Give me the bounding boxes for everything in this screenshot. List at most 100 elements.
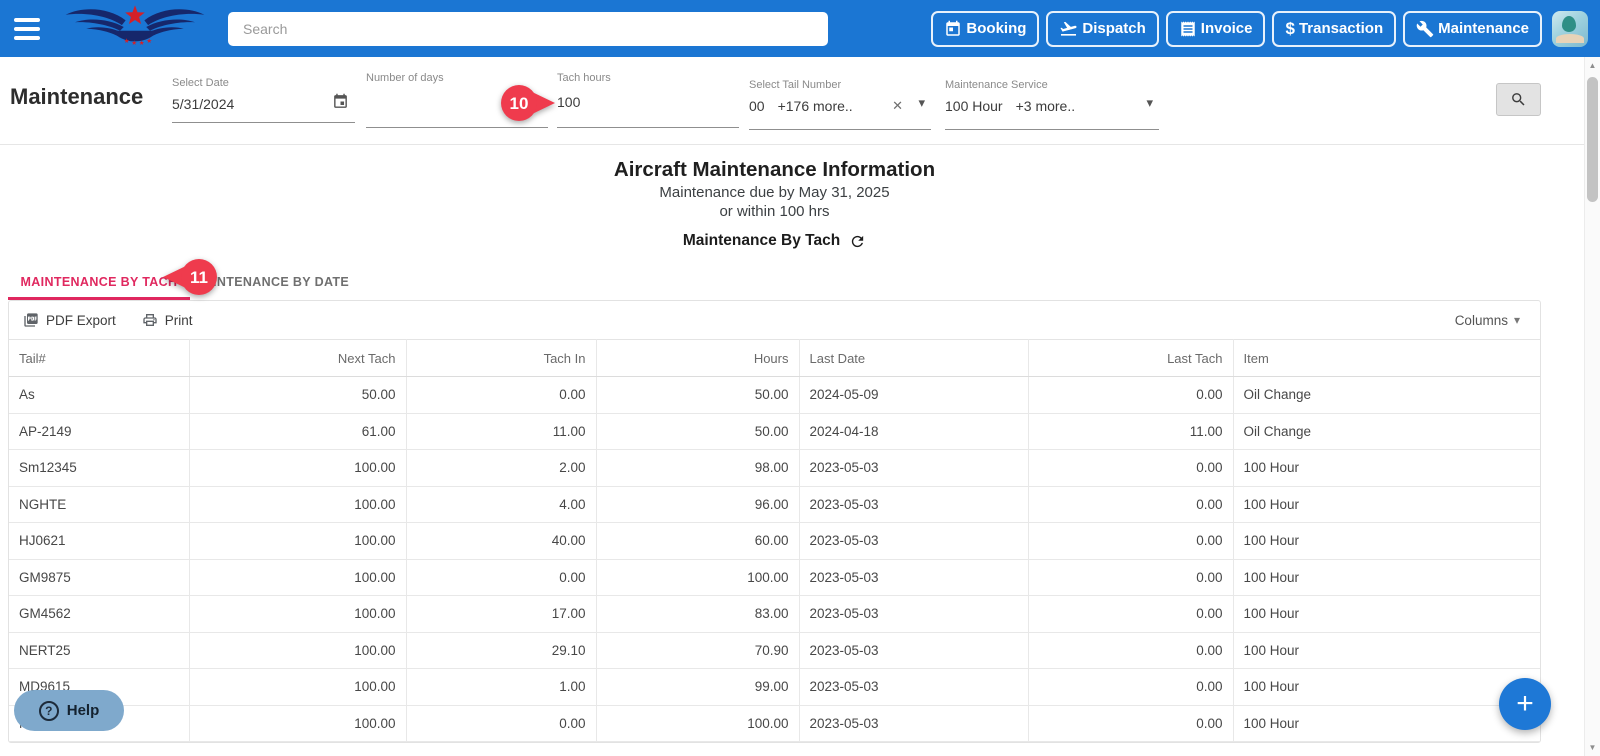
table-cell: AP-2149 xyxy=(9,413,190,450)
table-cell: GM4562 xyxy=(9,595,190,633)
table-row[interactable]: GM4562 100.00 17.00 83.00 2023-05-03 0.00 100 … xyxy=(9,595,1540,633)
select-date-field[interactable]: Select Date 5/31/2024 xyxy=(172,57,355,145)
chevron-down-icon[interactable]: ▾ xyxy=(918,95,925,111)
table-cell: NGHTE xyxy=(9,486,190,523)
table-cell: 2023-05-03 xyxy=(799,632,1029,669)
table-cell: 0.00 xyxy=(406,705,597,742)
help-label: Help xyxy=(66,702,100,719)
number-of-days-label: Number of days xyxy=(366,72,444,84)
invoice-button[interactable]: Invoice xyxy=(1165,10,1266,47)
table-cell: 98.00 xyxy=(596,449,800,487)
table-row[interactable]: Sm12345 100.00 2.00 98.00 2023-05-03 0.00 100 … xyxy=(9,449,1540,487)
maintenance-service-select[interactable]: Maintenance Service 100 Hour +3 more.. ▾ xyxy=(945,57,1159,145)
column-header[interactable]: Last Tach xyxy=(1028,339,1234,377)
column-header[interactable]: Item xyxy=(1233,339,1540,377)
field-underline xyxy=(945,129,1159,130)
add-button[interactable]: + xyxy=(1499,678,1551,730)
pdf-export-button[interactable]: PDF Export xyxy=(23,312,116,328)
select-date-value[interactable]: 5/31/2024 xyxy=(172,96,234,112)
table-cell: 0.00 xyxy=(1028,449,1234,487)
table-cell: 2024-04-18 xyxy=(799,413,1029,450)
table-cell: 60.00 xyxy=(596,522,800,560)
table-cell: 2023-05-03 xyxy=(799,486,1029,523)
column-header[interactable]: Last Date xyxy=(799,339,1029,377)
table-row[interactable]: GM9875 100.00 0.00 100.00 2023-05-03 0.00 100 … xyxy=(9,559,1540,596)
tail-number-select[interactable]: Select Tail Number 00 +176 more.. ✕ ▾ xyxy=(749,57,931,145)
table-cell: 100.00 xyxy=(189,522,407,560)
tach-hours-label: Tach hours xyxy=(557,72,611,84)
table-toolbar: PDF Export Print Columns ▾ xyxy=(9,301,1540,339)
maintenance-button[interactable]: Maintenance xyxy=(1403,10,1542,47)
tail-number-label: Select Tail Number xyxy=(749,79,842,91)
menu-icon[interactable] xyxy=(14,17,44,40)
table-cell: 100.00 xyxy=(189,632,407,669)
calendar-icon xyxy=(946,20,961,36)
filter-search-button[interactable] xyxy=(1496,83,1541,116)
dollar-icon: $ xyxy=(1285,18,1295,38)
table-cell: 2.00 xyxy=(406,449,597,487)
tach-hours-value[interactable]: 100 xyxy=(557,94,580,110)
table-cell: 100 Hour xyxy=(1233,449,1540,487)
vertical-scrollbar[interactable]: ▲ ▼ xyxy=(1584,57,1600,756)
receipt-icon xyxy=(1181,21,1195,36)
table-cell: 2023-05-03 xyxy=(799,668,1029,706)
field-underline xyxy=(172,122,355,123)
table-cell: 2023-05-03 xyxy=(799,559,1029,596)
print-button[interactable]: Print xyxy=(142,312,193,328)
chevron-down-icon[interactable]: ▾ xyxy=(1146,95,1153,111)
tail-number-value: 00 xyxy=(749,98,765,114)
table-cell: 100 Hour xyxy=(1233,522,1540,560)
table-row[interactable]: HJ0621 100.00 40.00 60.00 2023-05-03 0.00 100 … xyxy=(9,522,1540,560)
table-cell: 100.00 xyxy=(189,595,407,633)
table-cell: 29.10 xyxy=(406,632,597,669)
table-cell: 100 Hour xyxy=(1233,595,1540,633)
user-avatar[interactable] xyxy=(1552,10,1588,47)
help-button[interactable]: ? Help xyxy=(14,690,124,731)
column-header[interactable]: Next Tach xyxy=(189,339,407,377)
search-input[interactable] xyxy=(228,11,828,46)
table-cell: 100.00 xyxy=(189,705,407,742)
table-cell: 2023-05-03 xyxy=(799,522,1029,560)
clear-icon[interactable]: ✕ xyxy=(892,98,903,114)
column-header[interactable]: Hours xyxy=(596,339,800,377)
table-cell: 100.00 xyxy=(189,668,407,706)
company-logo: ★ ★ ★ ★ xyxy=(60,1,210,56)
table-cell: Oil Change xyxy=(1233,376,1540,414)
search-icon xyxy=(1512,93,1525,106)
columns-dropdown[interactable]: Columns ▾ xyxy=(1455,313,1526,328)
tach-hours-field[interactable]: Tach hours 100 xyxy=(557,57,739,145)
table-cell: HJ0621 xyxy=(9,522,190,560)
calendar-picker-icon[interactable] xyxy=(332,93,349,115)
table-row[interactable]: AP-2149 61.00 11.00 50.00 2024-04-18 11.00 Oil… xyxy=(9,413,1540,450)
pdf-export-label: PDF Export xyxy=(46,312,116,328)
transaction-button[interactable]: $ Transaction xyxy=(1272,10,1397,47)
scrollbar-thumb[interactable] xyxy=(1587,77,1598,202)
invoice-label: Invoice xyxy=(1200,20,1253,37)
table-cell: 2023-05-03 xyxy=(799,705,1029,742)
print-label: Print xyxy=(164,312,193,328)
table-row[interactable]: NERT25 100.00 29.10 70.90 2023-05-03 0.00 100 … xyxy=(9,632,1540,669)
table-row[interactable]: As 50.00 0.00 50.00 2024-05-09 0.00 Oil Change xyxy=(9,376,1540,414)
column-header[interactable]: Tail# xyxy=(9,339,190,377)
table-cell: 0.00 xyxy=(1028,522,1234,560)
table-cell: 100.00 xyxy=(189,559,407,596)
table-row[interactable]: M100.000.00100.002023-05-030.00100 Hour xyxy=(9,705,1540,742)
table-cell: 0.00 xyxy=(406,559,597,596)
column-header[interactable]: Tach In xyxy=(406,339,597,377)
table-row[interactable]: NGHTE 100.00 4.00 96.00 2023-05-03 0.00 100 Ho… xyxy=(9,486,1540,523)
pdf-file-icon xyxy=(24,313,38,327)
table-row[interactable]: MD9615 100.00 1.00 99.00 2023-05-03 0.00 100 H… xyxy=(9,668,1540,706)
table-cell: 0.00 xyxy=(1028,376,1234,414)
field-underline xyxy=(557,127,739,128)
booking-button[interactable]: Booking xyxy=(931,10,1040,47)
table-cell: Oil Change xyxy=(1233,413,1540,450)
section-title: Maintenance By Tach xyxy=(682,232,841,249)
dispatch-button[interactable]: Dispatch xyxy=(1046,10,1159,47)
table-cell: 0.00 xyxy=(1028,595,1234,633)
scroll-up-icon[interactable]: ▲ xyxy=(1585,61,1600,70)
booking-label: Booking xyxy=(966,20,1027,37)
refresh-icon[interactable] xyxy=(849,233,866,250)
top-navigation-bar: ★ ★ ★ ★ Booking Dispatch Invoice $ T xyxy=(0,0,1600,57)
scroll-down-icon[interactable]: ▼ xyxy=(1585,743,1600,752)
tab-bar: MAINTENANCE BY TACH MAINTENANCE BY DATE xyxy=(8,267,1600,300)
